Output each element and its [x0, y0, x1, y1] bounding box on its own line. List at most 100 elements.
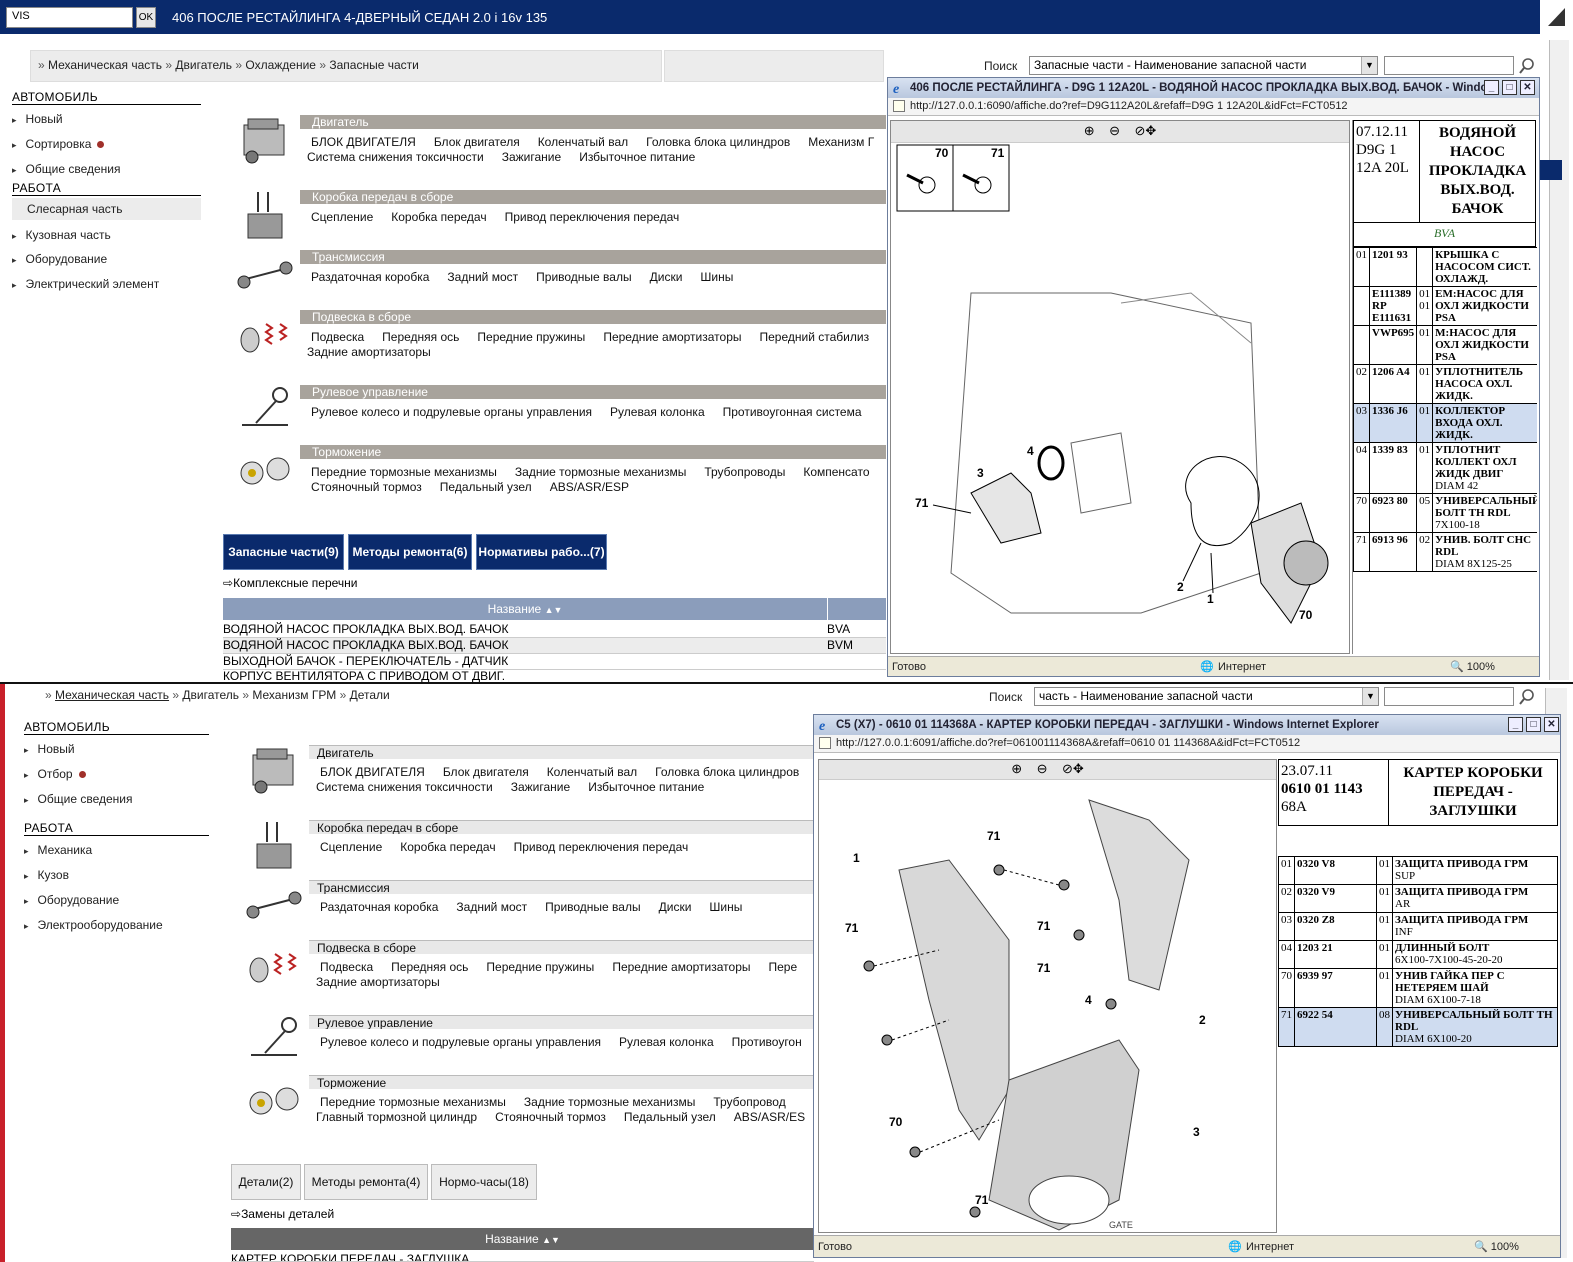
- table-row[interactable]: КАРТЕР КОРОБКИ ПЕРЕДАЧ - ЗАГЛУШКА: [231, 1252, 814, 1262]
- category-link[interactable]: Рулевое колесо и подрулевые органы управ…: [320, 1035, 601, 1049]
- table-row[interactable]: ВОДЯНОЙ НАСОС ПРОКЛАДКА ВЫХ.ВОД. БАЧОК BV…: [223, 622, 886, 638]
- zoom-out-icon[interactable]: ⊖: [1109, 123, 1120, 138]
- category-link[interactable]: Рулевая колонка: [610, 405, 705, 419]
- maximize-button[interactable]: □: [1526, 717, 1541, 732]
- zoom-pan-icon[interactable]: ⊘✥: [1134, 123, 1156, 138]
- zoom-pan-icon[interactable]: ⊘✥: [1062, 761, 1084, 776]
- category-link[interactable]: Головка блока цилиндров: [655, 765, 799, 779]
- tab-repair-methods[interactable]: Методы ремонта(6): [348, 534, 472, 570]
- category-link[interactable]: Диски: [659, 900, 692, 914]
- category-link[interactable]: Коленчатый вал: [547, 765, 637, 779]
- tab-spare-parts[interactable]: Запасные части(9): [223, 534, 344, 570]
- category-link[interactable]: Подвеска: [311, 330, 364, 344]
- search-type-select[interactable]: Запасные части - Наименование запасной ч…: [1029, 56, 1378, 75]
- parts-row[interactable]: 02 0320 V9 01 ЗАЩИТА ПРИВОДА ГРМ AR: [1278, 884, 1558, 913]
- chevron-down-icon[interactable]: ▼: [1361, 57, 1377, 74]
- category-link[interactable]: Блок двигателя: [443, 765, 529, 779]
- category-link[interactable]: БЛОК ДВИГАТЕЛЯ: [311, 135, 416, 149]
- category-link[interactable]: Шины: [700, 270, 733, 284]
- category-link[interactable]: Задние тормозные механизмы: [524, 1095, 695, 1109]
- parts-row[interactable]: 01 1201 93 КРЫШКА С НАСОСОМ СИСТ. ОХЛАЖД.: [1353, 247, 1537, 287]
- breadcrumb-item[interactable]: Двигатель: [175, 58, 232, 72]
- grid-header-col2[interactable]: [828, 598, 886, 620]
- sidebar-item-mechanics[interactable]: ▸ Механика: [24, 843, 92, 857]
- category-link[interactable]: Педальный узел: [440, 480, 532, 494]
- parts-row[interactable]: 01 0320 V8 01 ЗАЩИТА ПРИВОДА ГРМ SUP: [1278, 856, 1558, 885]
- category-link[interactable]: Раздаточная коробка: [311, 270, 429, 284]
- breadcrumb-item[interactable]: Механизм ГРМ: [252, 688, 336, 702]
- category-link[interactable]: Рулевая колонка: [619, 1035, 714, 1049]
- category-link[interactable]: Привод переключения передач: [514, 840, 689, 854]
- zoom-in-icon[interactable]: ⊕: [1084, 123, 1095, 138]
- category-link[interactable]: Передние тормозные механизмы: [311, 465, 497, 479]
- category-link[interactable]: Коленчатый вал: [538, 135, 628, 149]
- search-icon[interactable]: [1518, 57, 1536, 75]
- category-link[interactable]: Раздаточная коробка: [320, 900, 438, 914]
- category-link[interactable]: Рулевое колесо и подрулевые органы управ…: [311, 405, 592, 419]
- zoom-level[interactable]: 🔍 100%: [1474, 1239, 1519, 1255]
- sidebar-item-sort[interactable]: ▸ Сортировка: [12, 137, 105, 151]
- category-link[interactable]: ABS/ASR/ESP: [550, 480, 629, 494]
- sidebar-item-equipment[interactable]: ▸ Оборудование: [24, 893, 119, 907]
- category-link[interactable]: Задние амортизаторы: [307, 345, 431, 359]
- category-link[interactable]: ABS/ASR/ES: [734, 1110, 805, 1124]
- category-link[interactable]: Привод переключения передач: [505, 210, 680, 224]
- search-input-bottom[interactable]: [1384, 687, 1514, 706]
- category-link[interactable]: Система снижения токсичности: [307, 150, 484, 164]
- category-link[interactable]: Приводные валы: [536, 270, 631, 284]
- popup-titlebar[interactable]: e C5 (X7) - 0610 01 114368A - КАРТЕР КОР…: [814, 715, 1560, 735]
- address-bar[interactable]: http://127.0.0.1:6090/affiche.do?ref=D9G…: [888, 98, 1539, 116]
- category-link[interactable]: Педальный узел: [624, 1110, 716, 1124]
- category-link[interactable]: Трубопровод: [713, 1095, 785, 1109]
- vis-input[interactable]: VIS: [6, 7, 133, 28]
- sidebar-item-equipment[interactable]: ▸ Оборудование: [12, 252, 107, 266]
- category-link[interactable]: Сцепление: [311, 210, 373, 224]
- category-link[interactable]: Приводные валы: [545, 900, 640, 914]
- tab-repair-methods[interactable]: Методы ремонта(4): [304, 1164, 428, 1200]
- sidebar-item-selection[interactable]: ▸ Отбор: [24, 767, 86, 781]
- category-link[interactable]: Противоугон: [732, 1035, 802, 1049]
- category-link[interactable]: Коробка передач: [400, 840, 495, 854]
- chevron-down-icon[interactable]: ▼: [1362, 688, 1378, 705]
- category-link[interactable]: Зажигание: [502, 150, 561, 164]
- category-link[interactable]: Задний мост: [456, 900, 527, 914]
- table-row[interactable]: ВОДЯНОЙ НАСОС ПРОКЛАДКА ВЫХ.ВОД. БАЧОК BV…: [223, 638, 886, 654]
- parts-row[interactable]: 04 1339 83 01 УПЛОТНИТ КОЛЛЕКТ ОХЛ ЖИДК ДВИ…: [1353, 442, 1537, 494]
- complex-lists-link[interactable]: ⇨Комплексные перечни: [223, 576, 358, 590]
- table-row[interactable]: КОРПУС ВЕНТИЛЯТОРА С ПРИВОДОМ ОТ ДВИГ.: [223, 669, 886, 683]
- category-link[interactable]: Блок двигателя: [434, 135, 520, 149]
- ok-button[interactable]: OK: [136, 7, 156, 28]
- minimize-button[interactable]: _: [1484, 80, 1499, 95]
- category-link[interactable]: Задний мост: [447, 270, 518, 284]
- category-link[interactable]: Противоугонная система: [723, 405, 862, 419]
- category-link[interactable]: Механизм Г: [808, 135, 874, 149]
- close-button[interactable]: ✕: [1544, 717, 1559, 732]
- parts-row[interactable]: 70 6939 97 01 УНИВ ГАЙКА ПЕР С НЕТЕРЯЕМ ШАЙ…: [1278, 968, 1558, 1008]
- sidebar-item-general[interactable]: ▸ Общие сведения: [12, 162, 120, 176]
- category-link[interactable]: Система снижения токсичности: [316, 780, 493, 794]
- parts-row[interactable]: 71 6913 96 02 УНИВ. БОЛТ CHC RDL DIAM 8X125-…: [1353, 532, 1537, 572]
- category-link[interactable]: Главный тормозной цилиндр: [316, 1110, 477, 1124]
- grid-header-name[interactable]: Название ▲▼: [231, 1228, 814, 1250]
- category-link[interactable]: Передние тормозные механизмы: [320, 1095, 506, 1109]
- category-link[interactable]: Передний стабилиз: [760, 330, 870, 344]
- close-button[interactable]: ✕: [1520, 80, 1535, 95]
- sidebar-item-body[interactable]: ▸ Кузовная часть: [12, 228, 111, 242]
- parts-row[interactable]: 04 1203 21 01 ДЛИННЫЙ БОЛТ 6X100-7X100-45-20…: [1278, 940, 1558, 969]
- category-link[interactable]: БЛОК ДВИГАТЕЛЯ: [320, 765, 425, 779]
- parts-row[interactable]: 02 1206 A4 01 УПЛОТНИТЕЛЬ НАСОСА ОХЛ. ЖИДК.: [1353, 364, 1537, 404]
- category-link[interactable]: Головка блока цилиндров: [646, 135, 790, 149]
- sidebar-item-mechanical[interactable]: Слесарная часть: [12, 198, 201, 220]
- parts-row[interactable]: 03 0320 Z8 01 ЗАЩИТА ПРИВОДА ГРМ INF: [1278, 912, 1558, 941]
- parts-row[interactable]: E111389 RP E111631 01 01 ЕМ:НАСОС ДЛЯ ОХЛ …: [1353, 286, 1537, 326]
- parts-row[interactable]: 70 6923 80 05 УНИВЕРСАЛЬНЫЙ БОЛТ TH RDL 7X10…: [1353, 493, 1537, 533]
- maximize-button[interactable]: □: [1502, 80, 1517, 95]
- search-input[interactable]: [1384, 56, 1514, 75]
- category-link[interactable]: Зажигание: [511, 780, 570, 794]
- sidebar-item-electrical[interactable]: ▸ Электрооборудование: [24, 918, 163, 932]
- zoom-in-icon[interactable]: ⊕: [1011, 761, 1022, 776]
- category-link[interactable]: Передние амортизаторы: [612, 960, 750, 974]
- category-link[interactable]: Избыточное питание: [588, 780, 704, 794]
- category-link[interactable]: Компенсато: [803, 465, 869, 479]
- popup-titlebar[interactable]: e 406 ПОСЛЕ РЕСТАЙЛИНГА - D9G 1 12A20L -…: [888, 78, 1539, 98]
